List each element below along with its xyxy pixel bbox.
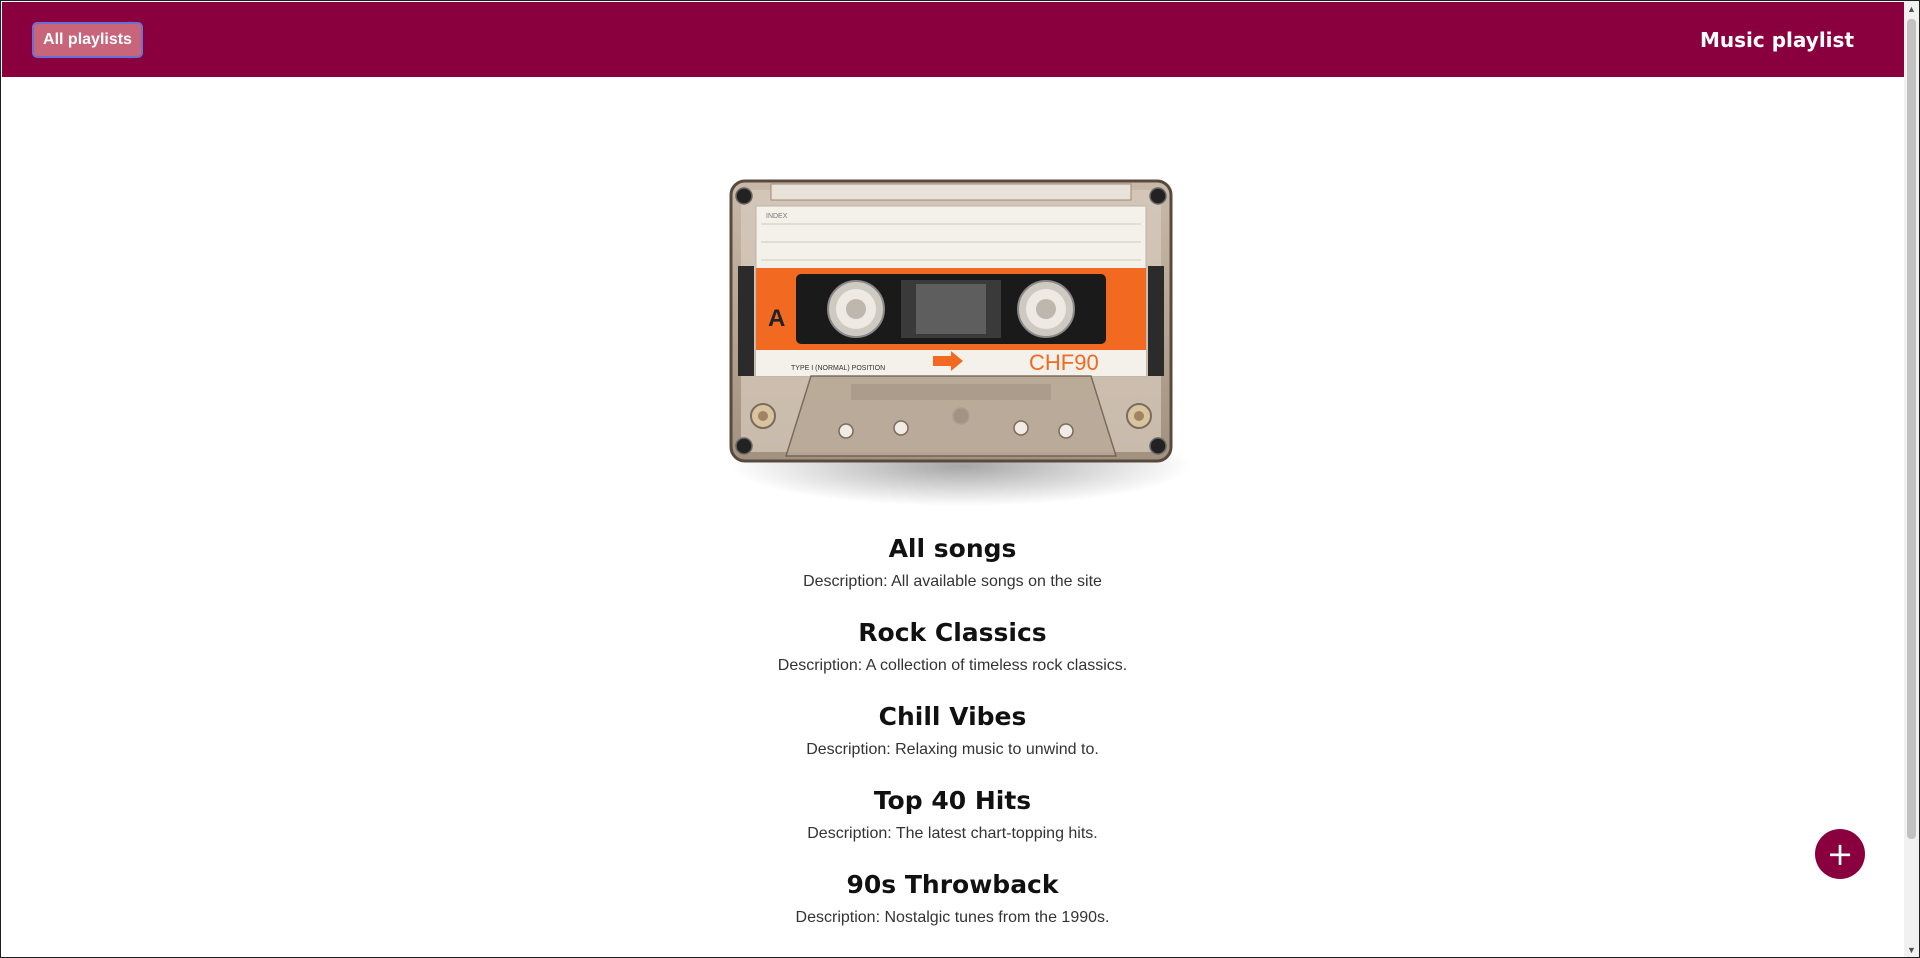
playlist-item[interactable]: All songs Description: All available son… [1, 531, 1904, 597]
playlist-description: Description: Nostalgic tunes from the 19… [795, 909, 1110, 926]
cassette-model-text: CHF90 [1029, 350, 1099, 375]
plus-icon: + [1826, 835, 1854, 873]
cassette-illustration: INDEX A TYPE I (NORMAL) POSITION CHF90 [729, 179, 1191, 506]
cassette-side-text: A [768, 305, 785, 332]
scrollbar-thumb[interactable] [1907, 19, 1916, 839]
playlist-item[interactable]: Chill Vibes Description: Relaxing music … [1, 699, 1904, 765]
playlist-title[interactable]: 90s Throwback [1, 867, 1904, 903]
cassette-image: INDEX A TYPE I (NORMAL) POSITION CHF90 [701, 166, 1221, 516]
all-playlists-button[interactable]: All playlists [32, 22, 143, 58]
playlist-title[interactable]: Top 40 Hits [1, 783, 1904, 819]
playlist-item[interactable]: Rock Classics Description: A collection … [1, 615, 1904, 681]
playlist-description: Description: All available songs on the … [803, 573, 1102, 590]
playlist-list: All songs Description: All available son… [1, 531, 1904, 951]
add-playlist-button[interactable]: + [1815, 829, 1865, 879]
chevron-up-icon[interactable]: ▲ [1904, 1, 1919, 16]
navbar: All playlists Music playlist [2, 2, 1905, 77]
cassette-type-text: TYPE I (NORMAL) POSITION [791, 365, 885, 372]
vertical-scrollbar[interactable]: ▲ ▼ [1904, 1, 1919, 957]
playlist-title[interactable]: All songs [1, 531, 1904, 567]
playlist-description: Description: The latest chart-topping hi… [807, 825, 1098, 842]
cassette-index-text: INDEX [766, 213, 788, 220]
brand-title[interactable]: Music playlist [1700, 28, 1854, 52]
playlist-description: Description: A collection of timeless ro… [777, 657, 1128, 674]
playlist-description: Description: Relaxing music to unwind to… [806, 741, 1099, 758]
playlist-item[interactable]: Top 40 Hits Description: The latest char… [1, 783, 1904, 849]
playlist-title[interactable]: Rock Classics [1, 615, 1904, 651]
chevron-down-icon[interactable]: ▼ [1904, 942, 1919, 957]
app-window: All playlists Music playlist INDEX A TYP… [0, 0, 1920, 958]
playlist-title[interactable]: Chill Vibes [1, 699, 1904, 735]
playlist-item[interactable]: 90s Throwback Description: Nostalgic tun… [1, 867, 1904, 933]
